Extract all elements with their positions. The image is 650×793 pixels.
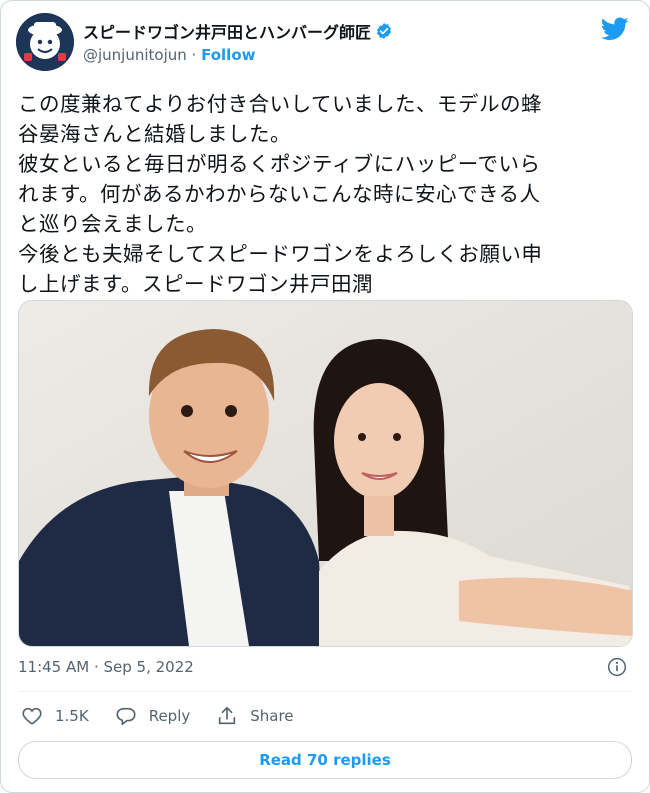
author-handle[interactable]: @junjunitojun [83, 46, 187, 64]
tweet-text-line: と巡り会えました。 [18, 212, 207, 236]
tweet-text-line: し上げます。スピードワゴン井戸田潤 [18, 272, 373, 296]
tweet-text-line: れます。何があるかわからないこんな時に安心できる人 [18, 182, 541, 206]
twitter-bird-icon[interactable] [601, 17, 629, 41]
heart-icon [22, 707, 42, 725]
reply-button[interactable]: Reply [115, 705, 191, 727]
tweet-card: スピードワゴン井戸田とハンバーグ師匠 @junjunitojun · Follo… [0, 0, 650, 793]
handle-separator: · [186, 46, 202, 64]
tweet-photo[interactable] [18, 300, 633, 647]
share-button[interactable]: Share [216, 705, 294, 727]
tweet-text: この度兼ねてよりお付き合いしていました、モデルの蜂 谷晏海さんと結婚しました。 … [18, 89, 633, 299]
verified-badge-icon [377, 23, 391, 39]
share-label: Share [250, 707, 294, 725]
avatar-icon [16, 13, 74, 71]
author-display-name[interactable]: スピードワゴン井戸田とハンバーグ師匠 [83, 19, 371, 43]
couple-photo-illustration [19, 301, 632, 646]
like-button[interactable]: 1.5K [21, 705, 89, 727]
share-icon [219, 706, 236, 725]
follow-link[interactable]: Follow [201, 46, 255, 64]
tweet-text-line: 彼女といると毎日が明るくポジティブにハッピーでいら [18, 152, 541, 176]
like-count: 1.5K [55, 707, 89, 725]
author-name-row: スピードワゴン井戸田とハンバーグ師匠 [83, 19, 393, 43]
avatar[interactable] [16, 13, 74, 71]
author-handle-row: @junjunitojun · Follow [83, 46, 255, 64]
tweet-text-line: 谷晏海さんと結婚しました。 [18, 122, 291, 146]
tweet-text-line: この度兼ねてよりお付き合いしていました、モデルの蜂 [18, 92, 542, 116]
tweet-timestamp[interactable]: 11:45 AM · Sep 5, 2022 [18, 658, 194, 676]
reply-bubble-icon [116, 707, 136, 726]
info-icon[interactable] [607, 657, 627, 677]
tweet-actions: 1.5K Reply Share [21, 705, 294, 727]
read-replies-button[interactable]: Read 70 replies [18, 741, 632, 779]
reply-label: Reply [148, 707, 191, 725]
divider [18, 691, 632, 692]
tweet-text-line: 今後とも夫婦そしてスピードワゴンをよろしくお願い申 [18, 242, 543, 266]
